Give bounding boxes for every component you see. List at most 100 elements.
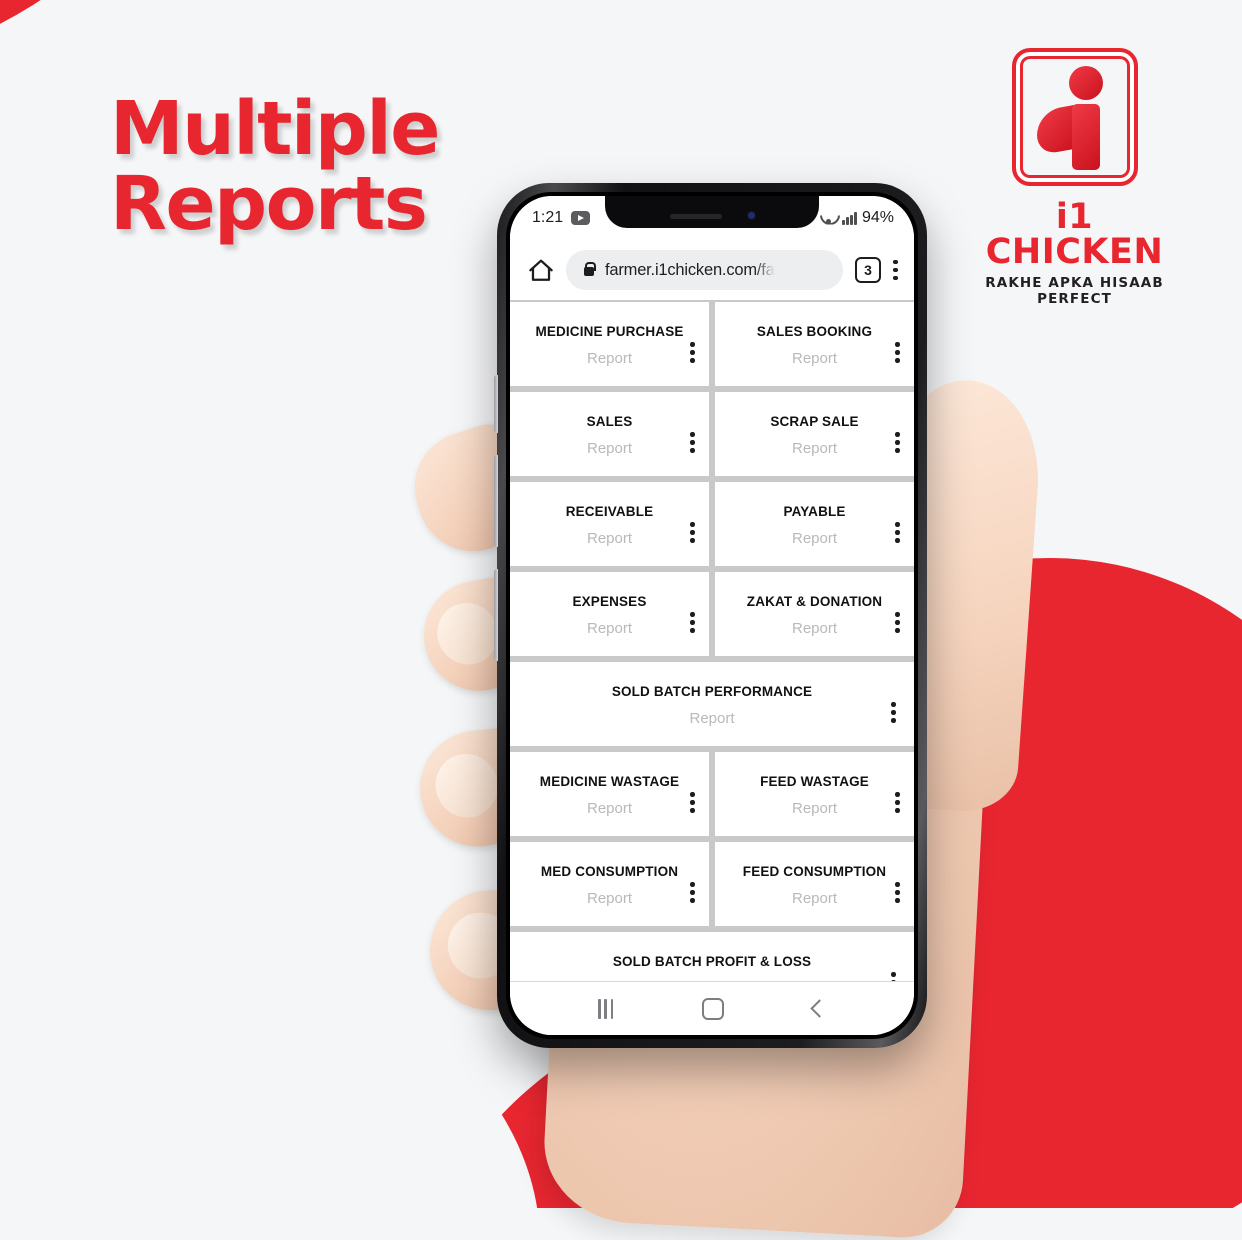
report-card-subtitle: Report (791, 889, 838, 907)
fingernail (425, 744, 508, 827)
report-card-title: MEDICINE PURCHASE (535, 323, 684, 339)
report-row: MEDICINE WASTAGE Report FEED WASTAGE Rep… (510, 752, 914, 836)
brand-logo: i1 CHICKEN RAKHE APKA HISAAB PERFECT (962, 48, 1187, 307)
reports-grid: MEDICINE PURCHASE Report SALES BOOKING R… (510, 300, 914, 981)
report-card-subtitle: Report (791, 619, 838, 637)
home-square-icon[interactable] (701, 997, 724, 1020)
report-card-menu-icon[interactable] (690, 432, 695, 453)
report-card-menu-icon[interactable] (895, 882, 900, 903)
report-card-menu-icon[interactable] (895, 342, 900, 363)
status-bar-left: 1:21 (532, 209, 591, 227)
report-card-title: MED CONSUMPTION (540, 863, 679, 879)
smartphone-mockup: 1:21 94% farmer.i1chicken.com/fa 3 MEDIC… (494, 183, 927, 1048)
phone-bezel: 1:21 94% farmer.i1chicken.com/fa 3 MEDIC… (506, 192, 918, 1039)
front-camera-icon (747, 212, 755, 219)
report-card-scrap-sale[interactable]: SCRAP SALE Report (715, 392, 914, 476)
report-card-menu-icon[interactable] (690, 882, 695, 903)
phone-volume-up-button[interactable] (494, 455, 498, 547)
report-card-sold-batch-performance[interactable]: SOLD BATCH PERFORMANCE Report (510, 662, 914, 746)
report-row: SOLD BATCH PERFORMANCE Report (510, 662, 914, 746)
page-title: Multiple Reports (110, 91, 440, 248)
i1-chicken-logo-icon (1011, 48, 1138, 186)
report-card-subtitle: Report (586, 799, 633, 817)
wifi-icon (820, 212, 837, 225)
headline-line-2: Reports (110, 161, 428, 248)
report-card-subtitle: Report (520, 980, 904, 982)
tab-count-button[interactable]: 3 (855, 257, 881, 283)
report-card-title: SALES BOOKING (756, 323, 873, 339)
report-card-title: SOLD BATCH PERFORMANCE (611, 683, 813, 699)
report-card-title: EXPENSES (572, 593, 647, 609)
phone-volume-down-button[interactable] (494, 569, 498, 661)
kebab-menu-icon[interactable] (893, 259, 898, 281)
report-card-expenses[interactable]: EXPENSES Report (510, 572, 709, 656)
report-card-title: SALES (586, 413, 633, 429)
report-row: SOLD BATCH PROFIT & LOSS Report (510, 932, 914, 981)
signal-bars-icon (842, 211, 857, 225)
status-bar-time: 1:21 (532, 209, 564, 226)
report-card-title: RECEIVABLE (565, 503, 654, 519)
report-card-feed-consumption[interactable]: FEED CONSUMPTION Report (715, 842, 914, 926)
tab-count-label: 3 (864, 262, 872, 278)
report-card-subtitle: Report (586, 619, 633, 637)
phone-screen: 1:21 94% farmer.i1chicken.com/fa 3 MEDIC… (510, 196, 914, 1035)
report-card-menu-icon[interactable] (690, 522, 695, 543)
youtube-icon (571, 211, 591, 225)
report-card-menu-icon[interactable] (690, 342, 695, 363)
report-card-sold-batch-profit-loss[interactable]: SOLD BATCH PROFIT & LOSS Report (510, 932, 914, 981)
android-nav-bar (510, 981, 914, 1035)
report-card-payable[interactable]: PAYABLE Report (715, 482, 914, 566)
status-bar-right: 94% (820, 209, 894, 227)
report-card-receivable[interactable]: RECEIVABLE Report (510, 482, 709, 566)
report-card-title: MEDICINE WASTAGE (539, 773, 680, 789)
report-card-medicine-wastage[interactable]: MEDICINE WASTAGE Report (510, 752, 709, 836)
logo-i-stem (1071, 104, 1100, 170)
brand-tagline: RAKHE APKA HISAAB PERFECT (985, 275, 1164, 307)
report-card-medicine-purchase[interactable]: MEDICINE PURCHASE Report (510, 302, 709, 386)
status-bar: 1:21 94% (510, 196, 914, 240)
recents-icon[interactable] (598, 998, 614, 1019)
report-row: SALES Report SCRAP SALE Report (510, 392, 914, 476)
phone-notch (605, 196, 819, 228)
report-card-title: ZAKAT & DONATION (746, 593, 883, 609)
report-card-menu-icon[interactable] (690, 792, 695, 813)
report-card-title: FEED WASTAGE (760, 773, 869, 789)
earpiece-speaker-icon (669, 214, 722, 219)
report-card-subtitle: Report (791, 439, 838, 457)
phone-mute-button[interactable] (494, 375, 498, 433)
report-row: MEDICINE PURCHASE Report SALES BOOKING R… (510, 302, 914, 386)
report-card-subtitle: Report (586, 439, 633, 457)
back-chevron-icon[interactable] (809, 999, 829, 1018)
report-card-menu-icon[interactable] (891, 972, 896, 981)
report-card-menu-icon[interactable] (891, 702, 896, 723)
report-card-med-consumption[interactable]: MED CONSUMPTION Report (510, 842, 709, 926)
report-card-subtitle: Report (689, 709, 735, 727)
report-card-subtitle: Report (791, 349, 838, 367)
report-card-subtitle: Report (791, 799, 838, 817)
report-card-subtitle: Report (791, 529, 838, 547)
report-card-sales[interactable]: SALES Report (510, 392, 709, 476)
report-card-feed-wastage[interactable]: FEED WASTAGE Report (715, 752, 914, 836)
lock-icon (582, 262, 596, 278)
report-card-subtitle: Report (586, 349, 633, 367)
url-text: farmer.i1chicken.com/fa (605, 260, 775, 279)
battery-percentage: 94% (861, 209, 894, 226)
address-bar[interactable]: farmer.i1chicken.com/fa (566, 250, 843, 290)
report-card-title: FEED CONSUMPTION (742, 863, 887, 879)
report-card-subtitle: Report (586, 889, 633, 907)
report-card-menu-icon[interactable] (690, 612, 695, 633)
report-card-sales-booking[interactable]: SALES BOOKING Report (715, 302, 914, 386)
report-card-menu-icon[interactable] (895, 432, 900, 453)
report-card-zakat-donation[interactable]: ZAKAT & DONATION Report (715, 572, 914, 656)
home-icon[interactable] (528, 258, 554, 282)
report-card-menu-icon[interactable] (895, 522, 900, 543)
report-card-title: SCRAP SALE (770, 413, 859, 429)
report-card-menu-icon[interactable] (895, 612, 900, 633)
logo-i-dot (1068, 66, 1103, 100)
report-card-menu-icon[interactable] (895, 792, 900, 813)
report-card-title: PAYABLE (783, 503, 846, 519)
logo-i-swoosh (1036, 104, 1077, 156)
report-card-title: SOLD BATCH PROFIT & LOSS (612, 953, 812, 969)
report-row: RECEIVABLE Report PAYABLE Report (510, 482, 914, 566)
report-card-subtitle: Report (586, 529, 633, 547)
